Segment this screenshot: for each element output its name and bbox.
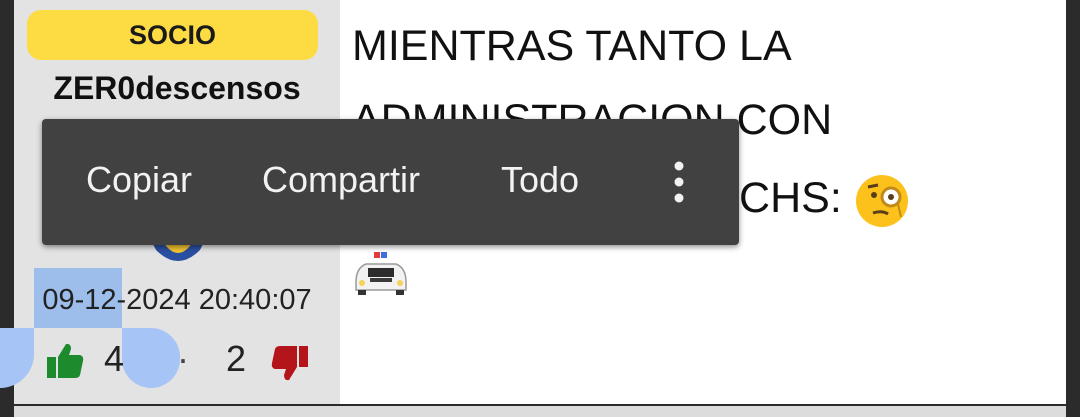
monocle-face-emoji-icon [855, 174, 908, 227]
menu-item-copy[interactable]: Copiar [86, 159, 192, 201]
thumbs-up-icon[interactable] [45, 342, 85, 380]
police-car-emoji-icon [355, 252, 407, 295]
frame-right [1066, 0, 1080, 417]
selection-handle-end[interactable] [122, 328, 180, 388]
thumbs-down-icon[interactable] [270, 344, 310, 382]
more-options-icon[interactable] [664, 157, 694, 207]
member-badge: SOCIO [27, 10, 318, 60]
next-post-edge [14, 406, 1066, 417]
menu-item-share[interactable]: Compartir [262, 159, 420, 201]
dislikes-count: 2 [226, 338, 247, 379]
text-selection-context-menu: Copiar Compartir Todo [42, 119, 739, 245]
post-datetime: 09-12-2024 20:40:07 [42, 284, 312, 316]
vote-separator: · [177, 338, 189, 379]
likes-count: 4 [104, 338, 125, 379]
post-line-1: MIENTRAS TANTO LA [352, 22, 792, 70]
menu-item-select-all[interactable]: Todo [501, 159, 579, 201]
username[interactable]: ZER0descensos [14, 70, 340, 107]
